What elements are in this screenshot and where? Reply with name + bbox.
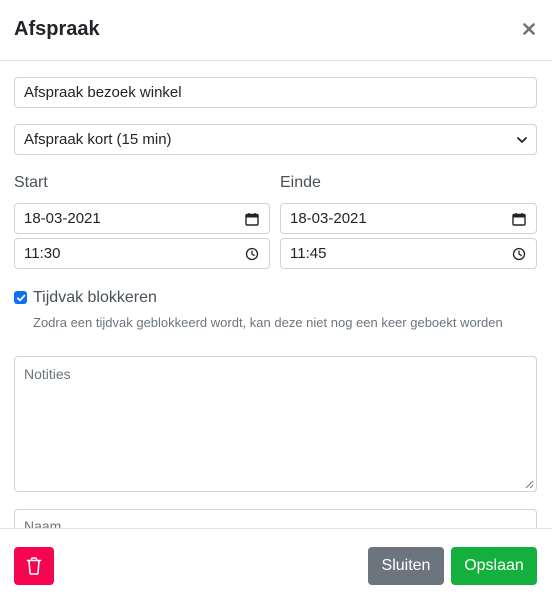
name-input[interactable]: Naam bbox=[14, 509, 537, 528]
delete-button[interactable] bbox=[14, 547, 54, 585]
appointment-modal: Afspraak Afspraak bezoek winkel Afspraak… bbox=[0, 0, 552, 594]
clock-icon[interactable] bbox=[245, 247, 259, 261]
close-icon bbox=[523, 23, 535, 35]
modal-body[interactable]: Afspraak bezoek winkel Afspraak kort (15… bbox=[0, 62, 552, 528]
end-time-input[interactable]: 11:45 bbox=[280, 238, 537, 269]
appointment-type-value: Afspraak kort (15 min) bbox=[24, 131, 172, 148]
modal-footer: Sluiten Opslaan bbox=[0, 528, 552, 594]
notes-placeholder: Notities bbox=[24, 366, 71, 382]
resize-grip-icon[interactable] bbox=[525, 480, 534, 489]
clock-icon[interactable] bbox=[512, 247, 526, 261]
start-time-value: 11:30 bbox=[24, 245, 61, 262]
end-label: Einde bbox=[280, 174, 321, 191]
close-button[interactable] bbox=[516, 16, 542, 42]
start-time-input[interactable]: 11:30 bbox=[14, 238, 270, 269]
end-time-value: 11:45 bbox=[290, 245, 327, 262]
start-date-value: 18-03-2021 bbox=[24, 210, 101, 227]
block-timeslot-label[interactable]: Tijdvak blokkeren bbox=[33, 288, 157, 308]
notes-textarea[interactable]: Notities bbox=[14, 356, 537, 492]
block-timeslot-checkbox[interactable] bbox=[14, 291, 27, 304]
name-placeholder: Naam bbox=[24, 518, 62, 528]
end-date-value: 18-03-2021 bbox=[290, 210, 367, 227]
modal-header: Afspraak bbox=[0, 0, 552, 61]
block-timeslot-help: Zodra een tijdvak geblokkeerd wordt, kan… bbox=[33, 315, 503, 330]
start-date-input[interactable]: 18-03-2021 bbox=[14, 203, 270, 234]
appointment-type-select[interactable]: Afspraak kort (15 min) bbox=[14, 124, 537, 155]
chevron-down-icon bbox=[517, 137, 527, 143]
modal-title: Afspraak bbox=[14, 18, 100, 40]
subject-input[interactable]: Afspraak bezoek winkel bbox=[14, 77, 537, 108]
trash-icon bbox=[26, 557, 42, 575]
end-date-input[interactable]: 18-03-2021 bbox=[280, 203, 537, 234]
calendar-icon[interactable] bbox=[512, 212, 526, 226]
save-button[interactable]: Opslaan bbox=[451, 547, 537, 585]
checkmark-icon bbox=[16, 294, 25, 301]
start-label: Start bbox=[14, 174, 48, 191]
close-modal-button[interactable]: Sluiten bbox=[368, 547, 444, 585]
calendar-icon[interactable] bbox=[245, 212, 259, 226]
